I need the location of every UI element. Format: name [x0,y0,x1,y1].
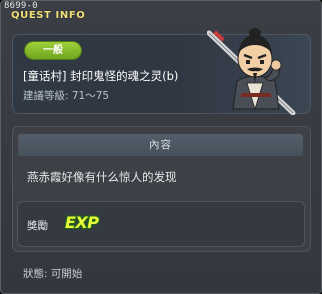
reward-label: 獎勵 [27,220,48,232]
quest-category-badge: 一般 [25,42,81,59]
quest-name: [童话村] 封印鬼怪的魂之灵(b) [23,69,179,83]
window-title: QUEST INFO [11,10,86,21]
quest-description: 燕赤霞好像有什么惊人的发现 [27,170,177,184]
quest-level-range: 建議等級: 71～75 [23,90,110,102]
quest-info-window: 8699-0 QUEST INFO 一般 [童话村] 封印鬼怪的魂之灵(b) 建… [0,0,322,294]
reward-box [17,201,305,247]
content-section-header: 內容 [18,134,303,156]
npc-swordsman-portrait-icon [207,28,296,115]
quest-status: 狀態: 可開始 [23,268,83,280]
exp-reward-icon: EXP [65,213,99,232]
